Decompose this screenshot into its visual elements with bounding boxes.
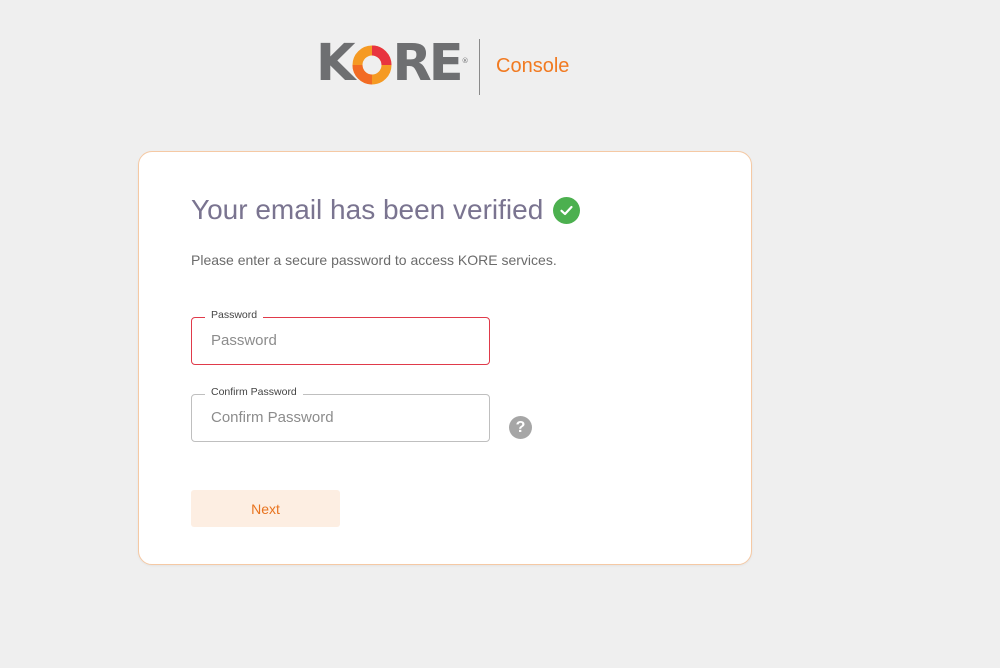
header: K RE ® Console: [0, 0, 1000, 130]
kore-logo: K RE ®: [316, 34, 469, 93]
question-circle-icon[interactable]: ?: [509, 416, 532, 439]
logo-letter-k: K: [316, 34, 355, 93]
product-name: Console: [496, 55, 570, 77]
page-title: Your email has been verified: [191, 194, 581, 226]
password-field[interactable]: Password Password: [191, 309, 490, 365]
kore-logo-o-icon: [352, 44, 392, 85]
logo-letters-re: RE: [392, 34, 464, 93]
check-icon: [553, 196, 581, 224]
header-divider: [479, 39, 480, 95]
verification-card: Your email has been verified Please ente…: [138, 151, 752, 565]
registered-mark: ®: [461, 57, 469, 65]
next-button[interactable]: Next: [191, 490, 340, 527]
confirm-password-field[interactable]: Confirm Password Confirm Password: [191, 386, 490, 442]
confirm-password-label: Confirm Password: [205, 386, 303, 398]
title-text: Your email has been verified: [191, 194, 544, 225]
password-placeholder: Password: [211, 332, 277, 349]
confirm-password-placeholder: Confirm Password: [211, 409, 334, 426]
instructions-text: Please enter a secure password to access…: [191, 252, 557, 268]
password-label: Password: [205, 309, 264, 321]
